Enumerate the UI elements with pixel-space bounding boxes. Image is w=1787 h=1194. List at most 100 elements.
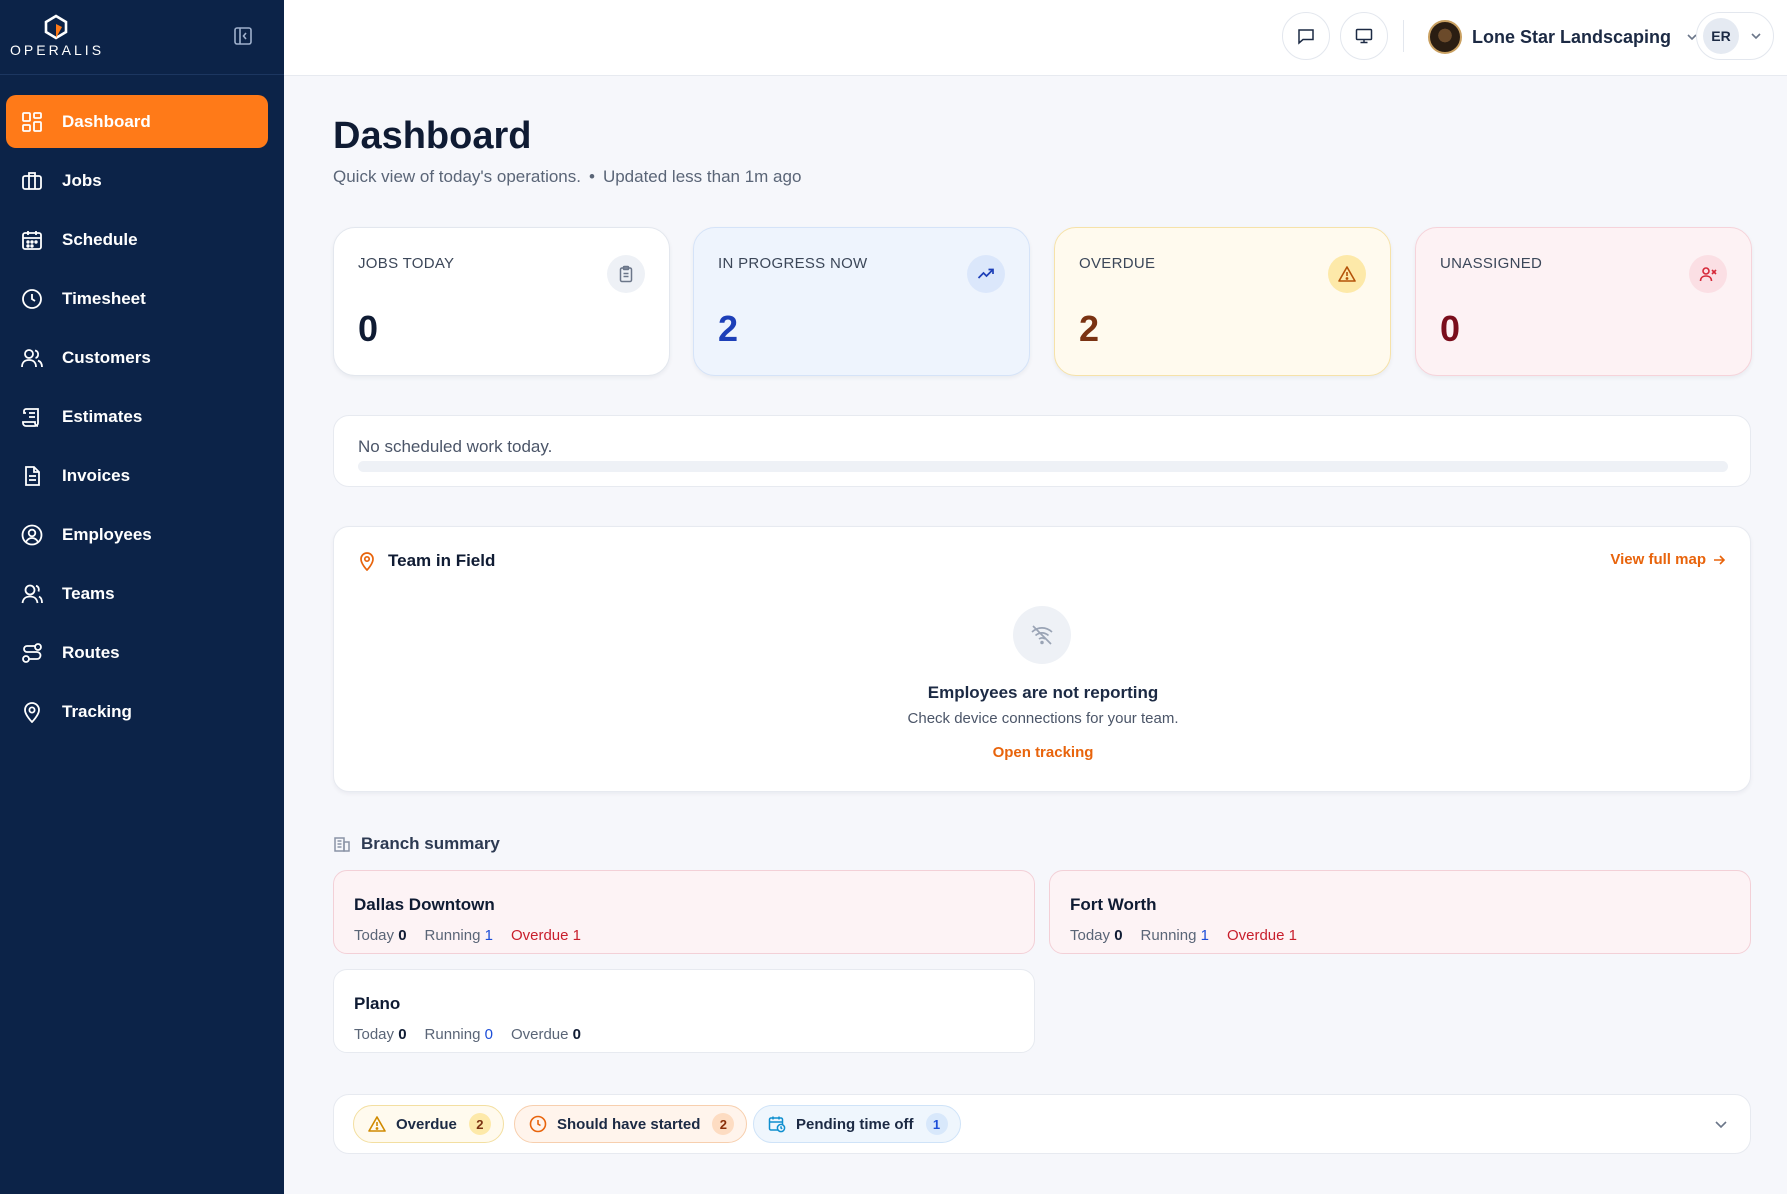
sidebar-item-customers[interactable]: Customers xyxy=(6,331,268,384)
stat-card-overdue[interactable]: OVERDUE 2 xyxy=(1054,227,1391,376)
stat-card-in-progress[interactable]: IN PROGRESS NOW 2 xyxy=(693,227,1030,376)
sidebar-item-invoices[interactable]: Invoices xyxy=(6,449,268,502)
schedule-summary-card: No scheduled work today. xyxy=(333,415,1751,487)
branch-stats: Today 0 Running 1 Overdue 1 xyxy=(354,927,599,944)
logo[interactable]: OPERALIS xyxy=(10,14,105,58)
user-menu[interactable]: ER xyxy=(1696,12,1774,60)
page-subtitle: Quick view of today's operations. • Update… xyxy=(333,167,801,187)
sidebar-item-tracking[interactable]: Tracking xyxy=(6,685,268,738)
overdue-alert-chip[interactable]: Overdue 2 xyxy=(353,1105,504,1143)
overdue-label: Overdue xyxy=(510,1026,569,1043)
sidebar-item-label: Teams xyxy=(62,583,115,603)
team-in-field-title: Team in Field xyxy=(388,551,496,570)
subtitle-separator: • xyxy=(588,167,595,186)
alert-label: Should have started xyxy=(557,1115,701,1133)
branch-name: Plano xyxy=(354,994,401,1013)
subtitle-text: Quick view of today's operations. xyxy=(333,167,581,186)
stat-value: 0 xyxy=(358,308,379,349)
branch-stats: Today 0 Running 1 Overdue 1 xyxy=(1070,927,1315,944)
sidebar-item-jobs[interactable]: Jobs xyxy=(6,154,268,207)
overdue-count: 0 xyxy=(572,1026,582,1043)
topbar-divider xyxy=(1403,20,1404,52)
today-count: 0 xyxy=(1114,927,1123,944)
sidebar-item-label: Dashboard xyxy=(62,111,151,131)
stat-card-unassigned[interactable]: UNASSIGNED 0 xyxy=(1415,227,1752,376)
running-label: Running xyxy=(1140,927,1197,944)
pending-time-off-chip[interactable]: Pending time off 1 xyxy=(753,1105,961,1143)
sidebar-item-label: Employees xyxy=(62,524,152,544)
schedule-status-text: No scheduled work today. xyxy=(358,437,553,456)
clipboard-icon xyxy=(607,255,645,293)
stat-label: JOBS TODAY xyxy=(358,255,455,272)
branch-card-fort-worth[interactable]: Fort Worth Today 0 Running 1 Overdue 1 xyxy=(1049,870,1751,954)
sidebar-item-estimates[interactable]: Estimates xyxy=(6,390,268,443)
today-label: Today xyxy=(354,927,395,944)
should-have-started-chip[interactable]: Should have started 2 xyxy=(514,1105,748,1143)
running-count: 1 xyxy=(484,927,493,944)
brand-area: OPERALIS xyxy=(0,0,284,75)
route-icon xyxy=(20,641,44,665)
warning-icon xyxy=(368,1115,386,1133)
map-pin-icon xyxy=(360,552,374,571)
branch-name: Dallas Downtown xyxy=(354,895,495,914)
overdue-count: 1 xyxy=(1288,927,1298,944)
arrow-right-icon xyxy=(1714,554,1726,565)
sidebar-item-label: Jobs xyxy=(62,170,102,190)
overdue-label: Overdue xyxy=(1226,927,1285,944)
calendar-icon xyxy=(20,228,44,252)
clock-icon xyxy=(529,1115,547,1133)
today-count: 0 xyxy=(398,1026,407,1043)
collapse-sidebar-icon[interactable] xyxy=(232,25,254,47)
calendar-clock-icon xyxy=(768,1115,786,1133)
branch-card-dallas-downtown[interactable]: Dallas Downtown Today 0 Running 1 Overdu… xyxy=(333,870,1035,954)
map-pin-icon xyxy=(20,700,44,724)
branch-card-plano[interactable]: Plano Today 0 Running 0 Overdue 0 xyxy=(333,969,1035,1053)
last-updated: Updated less than 1m ago xyxy=(602,167,802,186)
document-icon xyxy=(20,464,44,488)
sidebar-item-label: Invoices xyxy=(62,465,131,485)
running-label: Running xyxy=(424,1026,481,1043)
alert-count-badge: 2 xyxy=(712,1113,735,1135)
users-icon xyxy=(20,346,44,370)
sidebar-item-routes[interactable]: Routes xyxy=(6,626,268,679)
logo-mark-icon xyxy=(44,14,68,40)
team-in-field-header: Team in Field xyxy=(358,551,495,571)
sidebar-item-timesheet[interactable]: Timesheet xyxy=(6,272,268,325)
empty-state-title: Employees are not reporting xyxy=(927,683,1159,702)
view-full-map-label: View full map xyxy=(1610,551,1706,568)
branch-summary-header: Branch summary xyxy=(333,834,500,854)
sidebar-item-dashboard[interactable]: Dashboard xyxy=(6,95,268,148)
open-tracking-link[interactable]: Open tracking xyxy=(993,744,1094,761)
user-x-icon xyxy=(1689,255,1727,293)
building-icon xyxy=(334,837,350,852)
stat-card-jobs-today[interactable]: JOBS TODAY 0 xyxy=(333,227,670,376)
chevron-down-icon[interactable] xyxy=(1712,1115,1730,1133)
sidebar: OPERALIS Dashboard Jobs Schedule Timeshe… xyxy=(0,0,284,1194)
stat-label: UNASSIGNED xyxy=(1440,255,1543,272)
user-circle-icon xyxy=(20,523,44,547)
company-logo xyxy=(1428,20,1462,54)
messages-button[interactable] xyxy=(1282,12,1330,60)
sidebar-item-label: Tracking xyxy=(62,701,132,721)
branch-name: Fort Worth xyxy=(1070,895,1157,914)
branch-summary-title: Branch summary xyxy=(361,834,500,853)
running-count: 1 xyxy=(1200,927,1209,944)
chat-icon xyxy=(1298,29,1314,45)
sidebar-item-label: Estimates xyxy=(62,406,143,426)
sidebar-item-schedule[interactable]: Schedule xyxy=(6,213,268,266)
stat-value: 2 xyxy=(1079,308,1100,349)
branch-stats: Today 0 Running 0 Overdue 0 xyxy=(354,1026,599,1043)
alert-count-badge: 2 xyxy=(468,1113,491,1135)
sidebar-item-employees[interactable]: Employees xyxy=(6,508,268,561)
view-full-map-link[interactable]: View full map xyxy=(1610,551,1726,568)
company-switcher[interactable]: Lone Star Landscaping xyxy=(1428,18,1699,56)
stat-label: OVERDUE xyxy=(1079,255,1156,272)
display-button[interactable] xyxy=(1340,12,1388,60)
sidebar-item-teams[interactable]: Teams xyxy=(6,567,268,620)
running-count: 0 xyxy=(484,1026,493,1043)
alert-count-badge: 1 xyxy=(925,1113,948,1135)
stat-value: 2 xyxy=(718,308,739,349)
empty-state-subtitle: Check device connections for your team. xyxy=(907,710,1179,727)
overdue-count: 1 xyxy=(572,927,582,944)
stat-value: 0 xyxy=(1440,308,1461,349)
